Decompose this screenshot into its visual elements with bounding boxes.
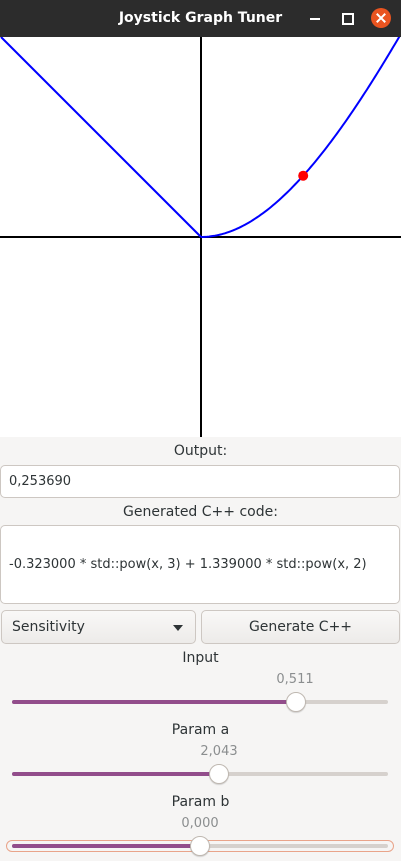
- slider-handle[interactable]: [209, 764, 230, 784]
- param-b-slider-value: 0,000: [181, 816, 219, 831]
- output-label: Output:: [173, 443, 228, 459]
- mode-dropdown-value: Sensitivity: [12, 619, 85, 635]
- generate-cpp-button[interactable]: Generate C++: [201, 610, 400, 644]
- curve-left-branch: [0, 37, 202, 238]
- param-b-slider-label: Param b: [171, 794, 230, 810]
- code-text-area[interactable]: -0.323000 * std::pow(x, 3) + 1.339000 * …: [0, 525, 400, 604]
- graph-canvas: [0, 37, 401, 437]
- slider-fill: [12, 844, 200, 848]
- curve-right-branch: [201, 37, 401, 238]
- input-slider[interactable]: [0, 690, 401, 714]
- param-b-slider[interactable]: [0, 834, 401, 858]
- mode-dropdown[interactable]: Sensitivity: [1, 610, 196, 644]
- slider-handle[interactable]: [285, 692, 306, 712]
- maximize-icon[interactable]: [337, 8, 357, 28]
- minimize-icon[interactable]: [305, 8, 325, 28]
- param-a-slider-label: Param a: [171, 722, 230, 738]
- close-icon[interactable]: [371, 8, 391, 28]
- output-field[interactable]: 0,253690: [0, 465, 400, 498]
- slider-fill: [12, 700, 296, 704]
- input-slider-label: Input: [182, 650, 219, 666]
- param-a-slider[interactable]: [0, 762, 401, 786]
- title-bar[interactable]: Joystick Graph Tuner: [0, 0, 401, 37]
- slider-fill: [12, 772, 220, 776]
- input-marker: [298, 170, 309, 181]
- code-label: Generated C++ code:: [123, 504, 278, 520]
- input-slider-value: 0,511: [276, 672, 314, 687]
- param-a-slider-value: 2,043: [200, 744, 238, 759]
- slider-handle[interactable]: [190, 836, 210, 856]
- chevron-down-icon: [173, 625, 183, 631]
